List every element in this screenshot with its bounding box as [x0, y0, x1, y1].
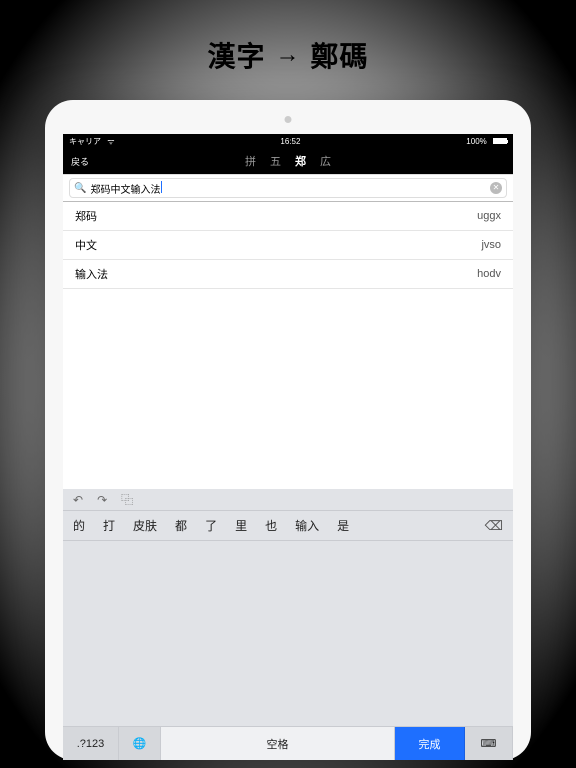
result-row[interactable]: 中文 jvso	[63, 231, 513, 260]
mode-key[interactable]: .?123	[63, 727, 119, 760]
search-bar: 🔍 郑码中文输入法 ✕	[63, 174, 513, 202]
results-list: 郑码 uggx 中文 jvso 输入法 hodv	[63, 202, 513, 289]
arrow-right-icon: →	[276, 41, 301, 69]
result-code: jvso	[481, 239, 501, 251]
promo-left: 漢字	[207, 35, 265, 75]
result-row[interactable]: 郑码 uggx	[63, 202, 513, 231]
tab-guang[interactable]: 広	[320, 153, 331, 169]
candidate[interactable]: 打	[103, 517, 115, 534]
carrier-label: キャリア	[69, 137, 101, 146]
keyboard-body[interactable]	[63, 541, 513, 726]
candidate[interactable]: 输入	[295, 517, 319, 534]
clear-icon[interactable]: ✕	[490, 182, 502, 194]
status-bar: キャリア ᯤ 16:52 100%	[63, 134, 513, 148]
search-icon: 🔍	[74, 183, 86, 194]
result-word: 郑码	[75, 208, 97, 224]
globe-key[interactable]: 🌐	[119, 727, 161, 760]
camera-dot	[285, 116, 292, 123]
tab-zhengma[interactable]: 郑	[295, 153, 306, 169]
done-key[interactable]: 完成	[395, 727, 465, 760]
keyboard-bottom-row: .?123 🌐 空格 完成 ⌨	[63, 726, 513, 760]
candidate[interactable]: 是	[337, 517, 349, 534]
result-code: hodv	[477, 268, 501, 280]
nav-bar: 戻る 拼 五 郑 広	[63, 148, 513, 174]
wifi-icon: ᯤ	[107, 137, 114, 146]
candidate-bar: 的 打 皮肤 都 了 里 也 输入 是 ⌫	[63, 511, 513, 541]
battery-icon	[493, 138, 507, 144]
screen: キャリア ᯤ 16:52 100% 戻る 拼 五 郑 広 🔍 郑码中文输入法 ✕	[63, 134, 513, 760]
promo-right: 鄭碼	[311, 35, 369, 75]
candidate[interactable]: 的	[73, 517, 85, 534]
promo-title: 漢字 → 鄭碼	[207, 35, 368, 75]
paste-icon[interactable]: ⿻	[121, 491, 133, 508]
hide-keyboard-key[interactable]: ⌨	[465, 727, 513, 760]
redo-icon[interactable]: ↷	[97, 493, 107, 507]
candidate[interactable]: 了	[205, 517, 217, 534]
result-word: 中文	[75, 237, 97, 253]
candidate[interactable]: 也	[265, 517, 277, 534]
tablet-frame: キャリア ᯤ 16:52 100% 戻る 拼 五 郑 広 🔍 郑码中文输入法 ✕	[45, 100, 531, 760]
nav-tabs: 拼 五 郑 広	[245, 153, 331, 169]
candidate[interactable]: 都	[175, 517, 187, 534]
clock: 16:52	[280, 137, 300, 146]
search-value: 郑码中文输入法	[90, 181, 486, 196]
undo-icon[interactable]: ↶	[73, 493, 83, 507]
keyboard: ↶ ↷ ⿻ 的 打 皮肤 都 了 里 也 输入 是 ⌫ .?123 🌐 空格 完成 ⌨	[63, 489, 513, 760]
search-input[interactable]: 🔍 郑码中文输入法 ✕	[69, 178, 507, 198]
result-word: 输入法	[75, 266, 108, 282]
content-area	[63, 289, 513, 489]
keyboard-toolbar: ↶ ↷ ⿻	[63, 489, 513, 511]
space-key[interactable]: 空格	[161, 727, 395, 760]
candidate[interactable]: 皮肤	[133, 517, 157, 534]
tab-wubi[interactable]: 五	[270, 153, 281, 169]
tab-pinyin[interactable]: 拼	[245, 153, 256, 169]
result-row[interactable]: 输入法 hodv	[63, 260, 513, 289]
candidate[interactable]: 里	[235, 517, 247, 534]
back-button[interactable]: 戻る	[71, 155, 89, 168]
backspace-icon[interactable]: ⌫	[485, 518, 503, 534]
result-code: uggx	[477, 210, 501, 222]
battery-percent: 100%	[466, 137, 486, 146]
